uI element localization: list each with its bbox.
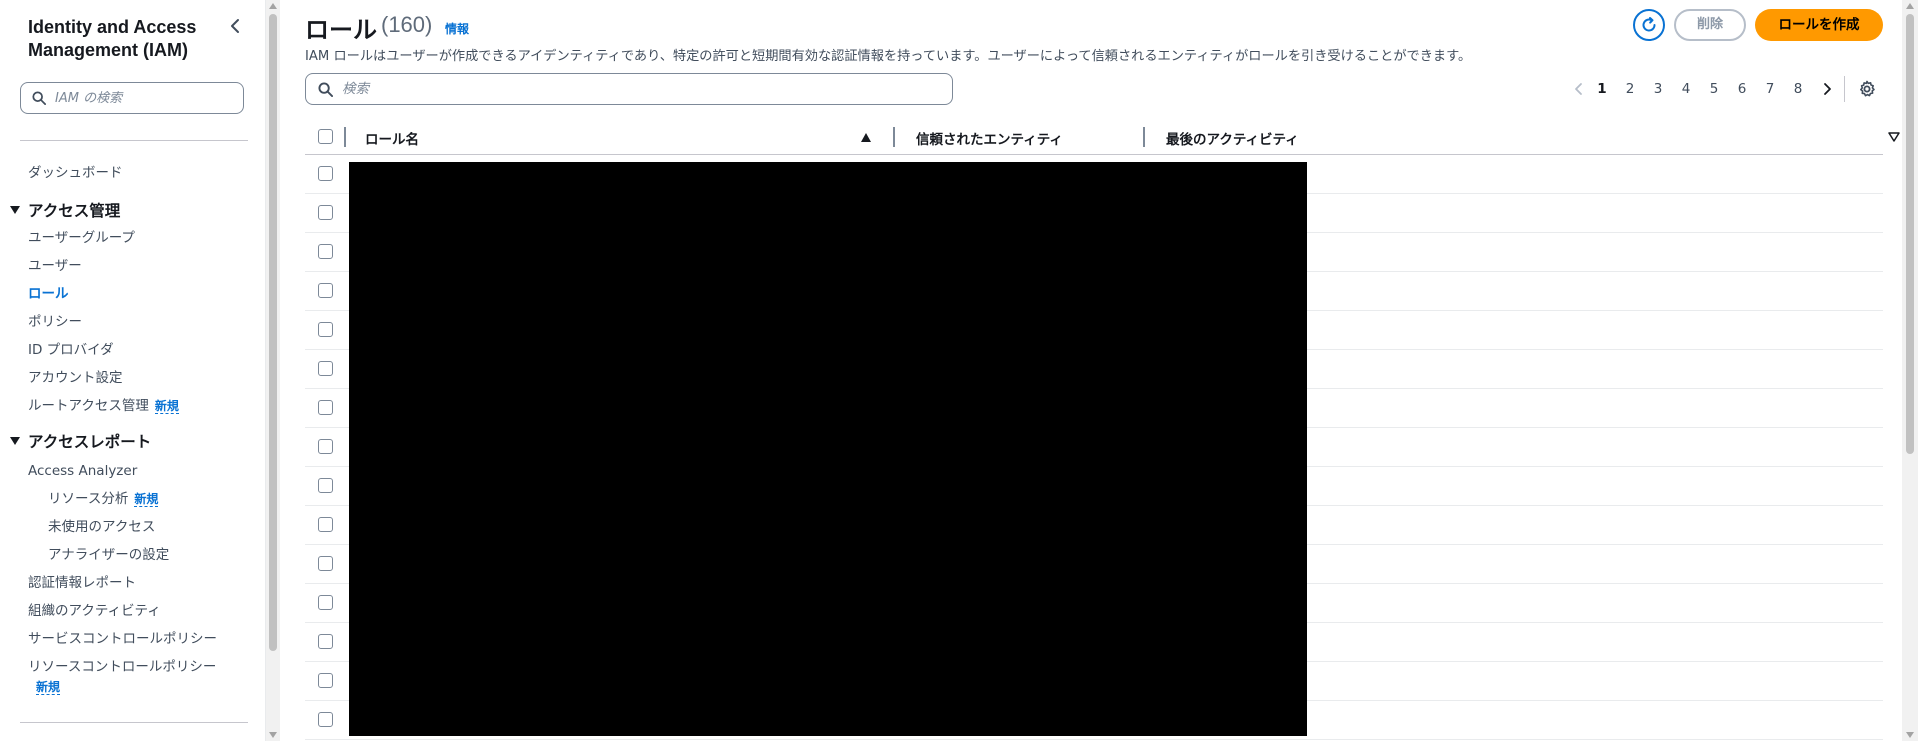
page-4[interactable]: 4 — [1676, 78, 1696, 100]
collapse-sidebar-button[interactable] — [226, 16, 244, 36]
row-checkbox[interactable] — [318, 322, 333, 337]
scrollbar-thumb[interactable] — [1906, 14, 1914, 454]
sidebar-item-dashboard[interactable]: ダッシュボード — [28, 164, 123, 182]
sort-descending-icon[interactable] — [1888, 132, 1900, 142]
sidebar-item-roles[interactable]: ロール — [28, 285, 69, 303]
sidebar-section-access-reports[interactable]: アクセスレポート — [10, 432, 151, 452]
new-badge-row: 新規 — [30, 678, 61, 696]
row-checkbox[interactable] — [318, 634, 333, 649]
page-3[interactable]: 3 — [1648, 78, 1668, 100]
sidebar-item-label: リソース分析 — [48, 491, 129, 507]
delete-button[interactable]: 削除 — [1674, 9, 1746, 41]
page-1[interactable]: 1 — [1592, 78, 1612, 100]
divider — [20, 140, 248, 141]
table-header: ロール名 信頼されたエンティティ 最後のアクティビティ — [305, 119, 1911, 155]
sidebar-item-organization-activity[interactable]: 組織のアクティビティ — [28, 602, 161, 620]
refresh-button[interactable] — [1633, 9, 1665, 41]
page-7[interactable]: 7 — [1760, 78, 1780, 100]
divider — [20, 722, 248, 723]
new-badge: 新規 — [154, 399, 179, 414]
gear-icon[interactable] — [1858, 80, 1876, 98]
sort-ascending-icon[interactable] — [861, 133, 871, 142]
divider — [1844, 76, 1845, 102]
role-count: (160) — [381, 12, 433, 37]
page-6[interactable]: 6 — [1732, 78, 1752, 100]
page-2[interactable]: 2 — [1620, 78, 1640, 100]
table-search-input[interactable] — [342, 79, 932, 99]
sidebar-item-users[interactable]: ユーザー — [28, 257, 82, 275]
info-link[interactable]: 情報 — [445, 20, 469, 37]
row-checkbox[interactable] — [318, 400, 333, 415]
scroll-up-icon[interactable] — [269, 3, 277, 9]
main-content: ロール (160) 情報 IAM ロールはユーザーが作成できるアイデンティティで… — [280, 0, 1911, 741]
caret-down-icon — [10, 437, 20, 445]
sidebar-item-credential-report[interactable]: 認証情報レポート — [28, 574, 136, 592]
sidebar-item-identity-providers[interactable]: ID プロバイダ — [28, 341, 114, 359]
sidebar-item-account-settings[interactable]: アカウント設定 — [28, 369, 123, 387]
sidebar-item-user-groups[interactable]: ユーザーグループ — [28, 229, 135, 247]
new-badge: 新規 — [134, 492, 159, 507]
sidebar-item-resource-analysis[interactable]: リソース分析 新規 — [48, 490, 159, 508]
column-header-last-activity[interactable]: 最後のアクティビティ — [1166, 128, 1299, 148]
sidebar-item-access-analyzer[interactable]: Access Analyzer — [28, 462, 137, 480]
search-icon — [318, 82, 333, 97]
sidebar-item-analyzer-settings[interactable]: アナライザーの設定 — [48, 546, 169, 564]
search-icon — [32, 91, 46, 105]
section-label: アクセス管理 — [28, 202, 121, 220]
sidebar-title[interactable]: Identity and Access Management (IAM) — [28, 16, 228, 62]
sidebar-section-access-management[interactable]: アクセス管理 — [10, 201, 120, 221]
new-badge: 新規 — [36, 680, 61, 695]
row-checkbox[interactable] — [318, 673, 333, 688]
sidebar-scrollbar[interactable] — [266, 0, 280, 741]
chevron-left-icon — [231, 19, 239, 33]
sidebar-item-service-control-policies[interactable]: サービスコントロールポリシー — [28, 630, 217, 648]
scroll-up-icon[interactable] — [1906, 3, 1914, 9]
sidebar-search[interactable] — [20, 82, 244, 114]
create-role-button[interactable]: ロールを作成 — [1755, 9, 1883, 41]
caret-down-icon — [10, 206, 20, 214]
column-header-trusted-entities[interactable]: 信頼されたエンティティ — [916, 128, 1063, 148]
row-checkbox[interactable] — [318, 556, 333, 571]
row-checkbox[interactable] — [318, 517, 333, 532]
row-checkbox[interactable] — [318, 712, 333, 727]
page-description: IAM ロールはユーザーが作成できるアイデンティティであり、特定の許可と短期間有… — [305, 49, 1472, 64]
row-checkbox[interactable] — [318, 166, 333, 181]
page-5[interactable]: 5 — [1704, 78, 1724, 100]
chevron-left-icon[interactable] — [1570, 80, 1588, 98]
section-label: アクセスレポート — [28, 433, 152, 451]
refresh-icon — [1642, 17, 1656, 32]
sidebar-item-label: ルートアクセス管理 — [28, 398, 149, 414]
sidebar-search-input[interactable] — [55, 88, 235, 108]
sidebar-item-policies[interactable]: ポリシー — [28, 313, 82, 331]
row-checkbox[interactable] — [318, 595, 333, 610]
page-scrollbar[interactable] — [1902, 0, 1918, 741]
row-checkbox[interactable] — [318, 244, 333, 259]
page-8[interactable]: 8 — [1788, 78, 1808, 100]
scroll-down-icon[interactable] — [1906, 732, 1914, 738]
scroll-down-icon[interactable] — [269, 732, 277, 738]
column-header-role-name[interactable]: ロール名 — [365, 128, 419, 148]
scrollbar-thumb[interactable] — [269, 14, 277, 651]
chevron-right-icon[interactable] — [1818, 80, 1836, 98]
table-search[interactable] — [305, 73, 953, 105]
row-checkbox[interactable] — [318, 283, 333, 298]
redacted-role-names — [349, 162, 1307, 736]
row-checkbox[interactable] — [318, 205, 333, 220]
select-all-checkbox[interactable] — [318, 129, 333, 144]
sidebar-item-resource-control-policies[interactable]: リソースコントロールポリシー — [28, 658, 216, 676]
row-checkbox[interactable] — [318, 478, 333, 493]
row-checkbox[interactable] — [318, 439, 333, 454]
sidebar-item-root-access-management[interactable]: ルートアクセス管理 新規 — [28, 397, 179, 415]
row-checkbox[interactable] — [318, 361, 333, 376]
column-divider[interactable] — [893, 127, 895, 147]
sidebar-item-unused-access[interactable]: 未使用のアクセス — [48, 518, 155, 536]
column-divider — [344, 127, 346, 147]
sidebar: Identity and Access Management (IAM) ダッシ… — [0, 0, 266, 741]
page-title: ロール — [305, 17, 377, 44]
column-divider[interactable] — [1143, 127, 1145, 147]
